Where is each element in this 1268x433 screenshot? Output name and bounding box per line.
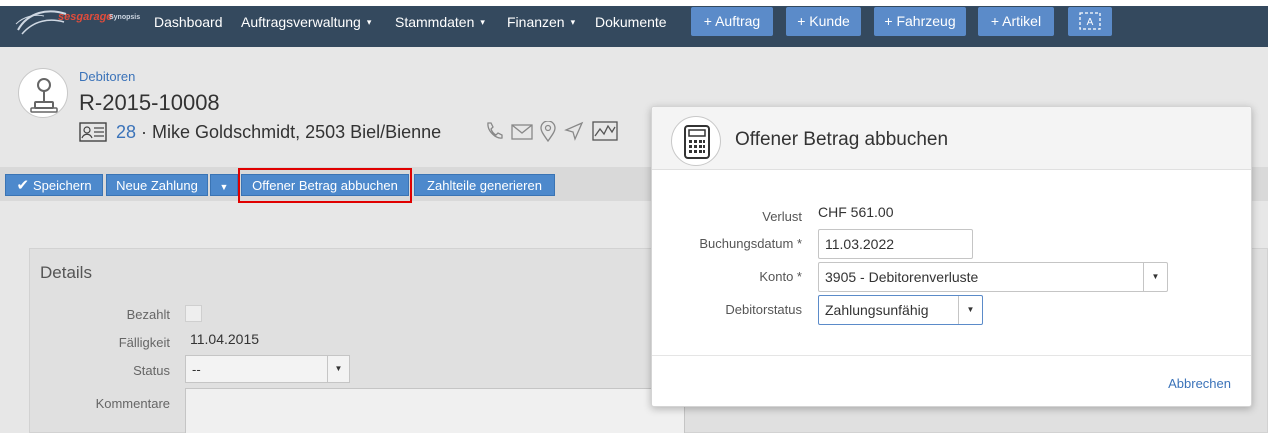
account-select-value: 3905 - Debitorenverluste: [825, 269, 979, 285]
phone-icon[interactable]: [484, 121, 504, 146]
nav-stammdaten-label: Stammdaten: [395, 14, 475, 30]
breadcrumb-debitoren[interactable]: Debitoren: [79, 69, 135, 84]
details-title: Details: [40, 263, 92, 282]
save-button[interactable]: ✔ Speichern: [5, 174, 103, 196]
modal-icon-wrapper: [671, 116, 721, 166]
debtor-status-select[interactable]: Zahlungsunfähig ▼: [818, 295, 983, 325]
caret-down-icon: ▼: [219, 182, 229, 192]
customer-name: · Mike Goldschmidt, 2503 Biel/Bienne: [141, 122, 442, 142]
logo-subtext: Synopsis: [109, 14, 141, 21]
logo-text: sesgarage: [58, 11, 113, 23]
status-select-value: --: [192, 362, 201, 377]
chevron-down-icon: ▾: [570, 17, 576, 27]
nav-dokumente[interactable]: Dokumente: [595, 14, 667, 30]
screen-capture-button[interactable]: A: [1068, 7, 1112, 36]
nav-stammdaten[interactable]: Stammdaten ▾: [395, 14, 485, 30]
nav-dashboard[interactable]: Dashboard: [154, 14, 223, 30]
paid-checkbox[interactable]: [185, 305, 202, 322]
joystick-icon: [30, 78, 58, 113]
add-customer-button[interactable]: + Kunde: [786, 7, 861, 36]
calculator-icon: [684, 125, 710, 159]
nav-dokumente-label: Dokumente: [595, 14, 667, 30]
map-pin-icon[interactable]: [539, 120, 557, 148]
comments-textarea[interactable]: [185, 388, 685, 433]
debtor-status-label: Debitorstatus: [725, 302, 802, 317]
caret-down-icon: ▼: [1143, 263, 1167, 291]
loss-value: CHF 561.00: [818, 204, 894, 220]
screen-capture-icon: A: [1079, 12, 1101, 30]
cancel-link[interactable]: Abbrechen: [1168, 376, 1231, 391]
modal-title: Offener Betrag abbuchen: [735, 129, 949, 150]
generate-installments-button[interactable]: Zahlteile generieren: [414, 174, 555, 196]
status-select[interactable]: -- ▼: [185, 355, 350, 383]
nav-dashboard-label: Dashboard: [154, 14, 223, 30]
modal-header: Offener Betrag abbuchen: [652, 107, 1251, 170]
status-label: Status: [133, 363, 170, 378]
chevron-down-icon: ▾: [366, 17, 372, 27]
new-payment-dropdown-toggle[interactable]: ▼: [210, 174, 238, 196]
comments-label: Kommentare: [95, 396, 170, 411]
checkmark-icon: ✔: [16, 177, 30, 194]
modal-footer-divider: [652, 355, 1251, 356]
booking-date-value: 11.03.2022: [825, 236, 895, 252]
booking-date-label: Buchungsdatum *: [699, 236, 802, 251]
nav-auftragsverwaltung-label: Auftragsverwaltung: [241, 14, 361, 30]
envelope-icon[interactable]: [511, 124, 533, 145]
chevron-down-icon: ▾: [480, 17, 485, 27]
debtor-avatar: [18, 68, 68, 118]
add-article-button[interactable]: + Artikel: [978, 7, 1054, 36]
book-open-amount-modal: Offener Betrag abbuchen Verlust CHF 561.…: [651, 106, 1252, 407]
add-vehicle-button[interactable]: + Fahrzeug: [874, 7, 966, 36]
nav-auftragsverwaltung[interactable]: Auftragsverwaltung ▾: [241, 14, 371, 30]
customer-line: 28 · Mike Goldschmidt, 2503 Biel/Bienne: [116, 122, 441, 144]
account-select[interactable]: 3905 - Debitorenverluste ▼: [818, 262, 1168, 292]
activity-chart-icon[interactable]: [592, 121, 618, 146]
nav-finanzen-label: Finanzen: [507, 14, 565, 30]
page-title: R-2015-10008: [79, 90, 220, 115]
booking-date-input[interactable]: 11.03.2022: [818, 229, 973, 259]
caret-down-icon: ▼: [958, 296, 982, 324]
highlight-box: [238, 168, 412, 203]
due-date-value: 11.04.2015: [190, 331, 260, 347]
customer-number-link[interactable]: 28: [116, 122, 136, 142]
navigate-arrow-icon[interactable]: [564, 121, 584, 146]
add-order-button[interactable]: + Auftrag: [691, 7, 773, 36]
debtor-status-select-value: Zahlungsunfähig: [825, 302, 929, 318]
nav-finanzen[interactable]: Finanzen ▾: [507, 14, 575, 30]
due-date-label: Fälligkeit: [118, 335, 170, 350]
id-card-icon: [79, 122, 107, 147]
svg-text:A: A: [1087, 17, 1094, 28]
paid-label: Bezahlt: [126, 307, 170, 322]
loss-label: Verlust: [762, 209, 802, 224]
save-button-label: Speichern: [33, 178, 92, 193]
new-payment-button[interactable]: Neue Zahlung: [106, 174, 208, 196]
account-label: Konto *: [759, 269, 802, 284]
caret-down-icon: ▼: [327, 356, 349, 382]
